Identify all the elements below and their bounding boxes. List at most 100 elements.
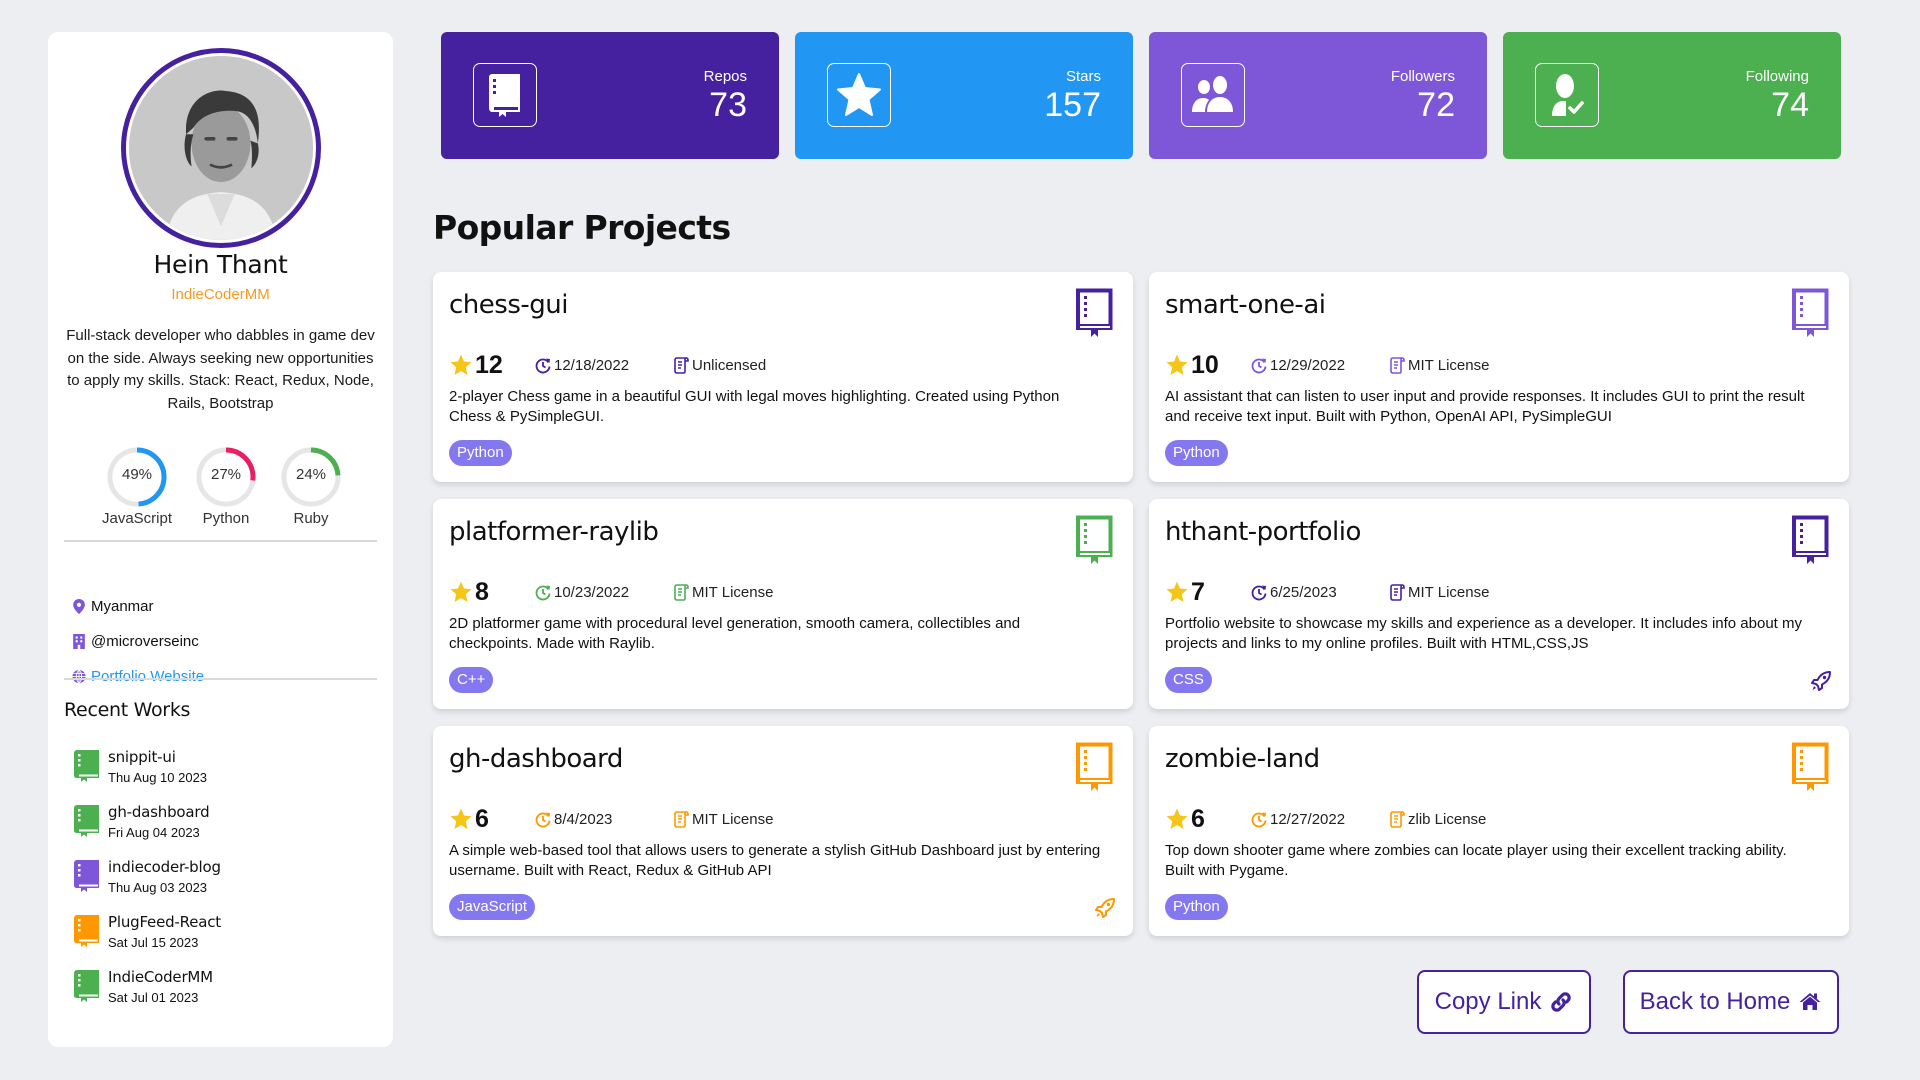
project-updated: 12/27/2022 (1251, 811, 1389, 828)
star-icon (837, 73, 881, 116)
recent-work-name[interactable]: gh-dashboard (108, 803, 210, 821)
scroll-license-icon (674, 583, 689, 601)
language-stat: 27% Python (181, 446, 271, 527)
repo-book-icon (1792, 288, 1829, 337)
repo-book-icon (489, 74, 520, 117)
project-language-tag: C++ (449, 667, 494, 693)
project-card[interactable]: smart-one-ai 10 12/29/2022 MIT License A… (1149, 272, 1849, 482)
map-pin-icon (73, 599, 85, 614)
company-text[interactable]: @microverseinc (91, 633, 199, 650)
project-meta: 7 6/25/2023 MIT License (1165, 577, 1489, 607)
project-license: MIT License (1389, 584, 1489, 601)
repo-book-icon (1076, 288, 1113, 337)
project-language-tag: Python (1165, 440, 1228, 466)
project-updated: 10/23/2022 (535, 584, 673, 601)
project-title[interactable]: hthant-portfolio (1165, 517, 1361, 547)
stat-icon-frame (827, 63, 891, 127)
recent-work-name[interactable]: snippit-ui (108, 748, 176, 766)
section-title-popular-projects: Popular Projects (433, 208, 731, 247)
project-license-text: Unlicensed (692, 356, 767, 374)
location-text: Myanmar (91, 598, 154, 615)
stat-label: Repos (703, 68, 747, 85)
recent-work-name[interactable]: IndieCoderMM (108, 968, 213, 986)
recent-work-item[interactable]: indiecoder-blog Thu Aug 03 2023 (74, 858, 374, 908)
project-stars: 6 (449, 805, 535, 834)
recent-work-name[interactable]: indiecoder-blog (108, 858, 221, 876)
history-clock-icon (535, 358, 551, 373)
repo-book-icon (1076, 742, 1113, 791)
stat-icon-frame (1181, 63, 1245, 127)
project-updated: 12/29/2022 (1251, 357, 1389, 374)
divider (64, 540, 377, 542)
project-date: 8/4/2023 (554, 810, 613, 828)
project-title[interactable]: zombie-land (1165, 744, 1320, 774)
recent-work-item[interactable]: snippit-ui Thu Aug 10 2023 (74, 748, 374, 798)
recent-work-item[interactable]: PlugFeed-React Sat Jul 15 2023 (74, 913, 374, 963)
stat-card-stars: Stars 157 (795, 32, 1133, 159)
language-percent: 24% (295, 466, 327, 483)
project-stars: 6 (1165, 805, 1251, 834)
globe-icon (72, 669, 86, 684)
scroll-license-icon (674, 810, 689, 828)
back-to-home-button[interactable]: Back to Home (1623, 970, 1839, 1034)
language-name: Python (202, 510, 250, 527)
rocket-deploy-icon[interactable] (1093, 896, 1117, 920)
project-card[interactable]: hthant-portfolio 7 6/25/2023 MIT License… (1149, 499, 1849, 709)
website-link[interactable]: Portfolio Website (72, 668, 204, 685)
website-text[interactable]: Portfolio Website (91, 668, 204, 685)
project-description: Top down shooter game where zombies can … (1165, 842, 1787, 879)
project-title[interactable]: gh-dashboard (449, 744, 623, 774)
project-card[interactable]: gh-dashboard 6 8/4/2023 MIT License A si… (433, 726, 1133, 936)
recent-work-date: Sat Jul 01 2023 (108, 990, 199, 1005)
project-title[interactable]: smart-one-ai (1165, 290, 1326, 320)
profile-sidebar: Hein Thant IndieCoderMM Full-stack devel… (48, 32, 393, 1047)
project-title[interactable]: platformer-raylib (449, 517, 659, 547)
back-to-home-label: Back to Home (1639, 988, 1791, 1015)
language-percent: 27% (210, 466, 242, 483)
project-card[interactable]: platformer-raylib 8 10/23/2022 MIT Licen… (433, 499, 1133, 709)
stat-label: Stars (1065, 68, 1101, 85)
history-clock-icon (1251, 812, 1267, 827)
project-card[interactable]: zombie-land 6 12/27/2022 zlib License To… (1149, 726, 1849, 936)
recent-work-name[interactable]: PlugFeed-React (108, 913, 221, 931)
repo-book-icon (1792, 742, 1829, 791)
recent-work-item[interactable]: IndieCoderMM Sat Jul 01 2023 (74, 968, 374, 1018)
star-icon (450, 581, 472, 602)
project-meta: 8 10/23/2022 MIT License (449, 577, 773, 607)
rocket-deploy-icon[interactable] (1809, 669, 1833, 693)
stat-icon-frame (1535, 63, 1599, 127)
stat-label: Following (1745, 68, 1809, 85)
project-stars: 8 (449, 578, 535, 607)
project-language-tag: JavaScript (449, 894, 536, 920)
project-description: 2D platformer game with procedural level… (449, 615, 1021, 652)
star-icon (450, 354, 472, 375)
project-language-tag: Python (1165, 894, 1228, 920)
project-updated: 8/4/2023 (535, 811, 673, 828)
project-card[interactable]: chess-gui 12 12/18/2022 Unlicensed 2-pla… (433, 272, 1133, 482)
repo-book-icon (74, 915, 99, 947)
star-icon (1166, 581, 1188, 602)
project-stars-count: 10 (1191, 350, 1219, 379)
project-date: 6/25/2023 (1270, 583, 1337, 601)
project-stars: 7 (1165, 578, 1251, 607)
project-date: 12/27/2022 (1270, 810, 1346, 828)
project-title[interactable]: chess-gui (449, 290, 568, 320)
profile-handle[interactable]: IndieCoderMM (48, 286, 393, 303)
project-stars-count: 6 (475, 804, 489, 833)
profile-name: Hein Thant (153, 250, 288, 279)
home-icon (1799, 993, 1821, 1010)
recent-work-date: Thu Aug 03 2023 (108, 880, 208, 895)
stat-label: Followers (1390, 68, 1455, 85)
star-icon (450, 808, 472, 829)
recent-work-date: Sat Jul 15 2023 (108, 935, 199, 950)
recent-work-item[interactable]: gh-dashboard Fri Aug 04 2023 (74, 803, 374, 853)
project-stars: 10 (1165, 351, 1251, 380)
repo-book-icon (74, 860, 99, 892)
project-license: MIT License (1389, 357, 1489, 374)
copy-link-button[interactable]: Copy Link (1417, 970, 1591, 1034)
stat-icon-frame (473, 63, 537, 127)
project-language-tag: CSS (1165, 667, 1212, 693)
project-date: 10/23/2022 (554, 583, 630, 601)
language-stat: 24% Ruby (266, 446, 356, 527)
person-photo-icon (129, 56, 313, 240)
